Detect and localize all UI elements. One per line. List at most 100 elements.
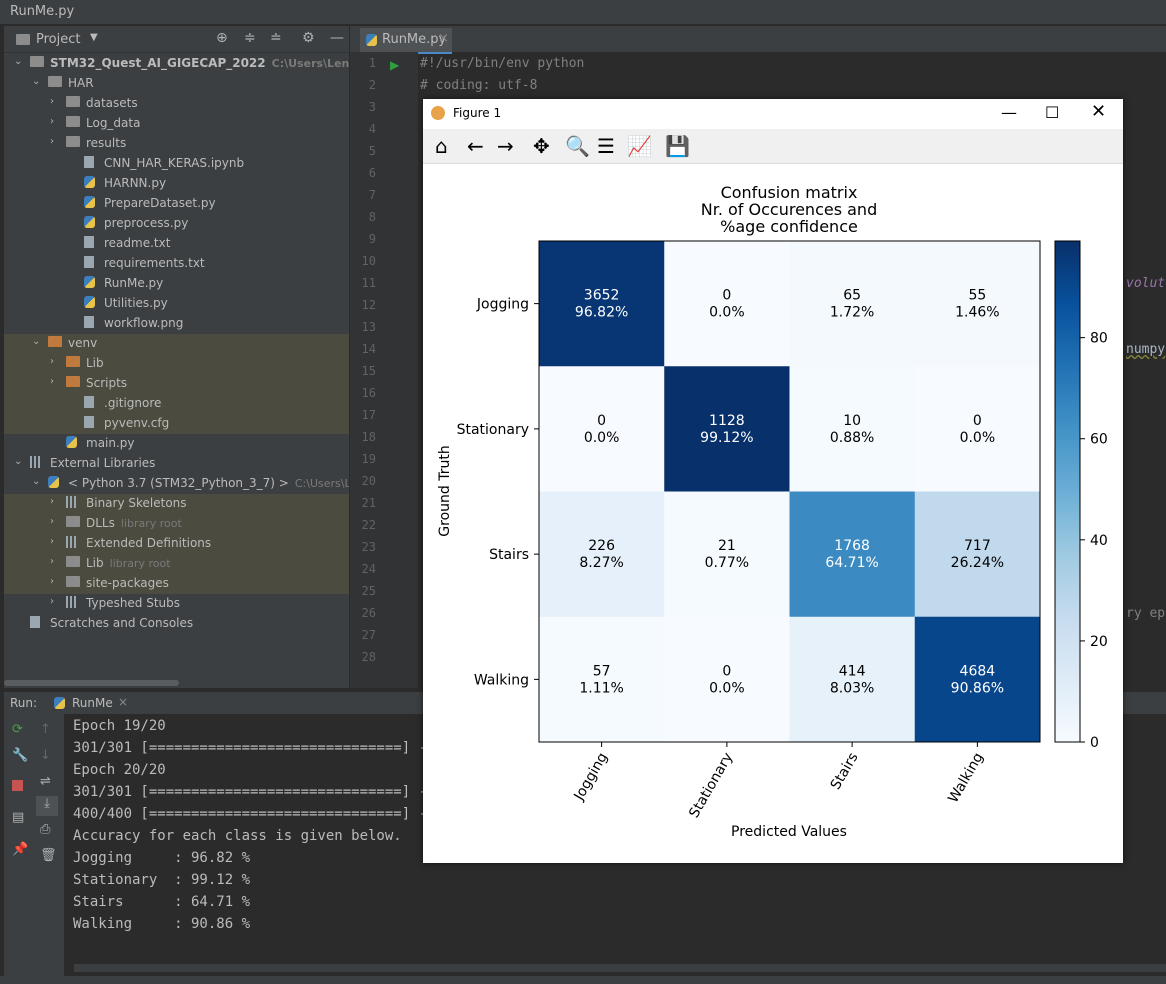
- minimize-icon[interactable]: —: [330, 30, 344, 46]
- tree-item[interactable]: workflow.png: [4, 314, 349, 334]
- code-line-2[interactable]: # coding: utf-8: [420, 78, 537, 93]
- tree-item[interactable]: HARNN.py: [4, 174, 349, 194]
- chevron-right-icon[interactable]: ›: [50, 356, 54, 367]
- tree-item[interactable]: .gitignore: [4, 394, 349, 414]
- tree-item[interactable]: › datasets: [4, 94, 349, 114]
- locate-icon[interactable]: ⊕: [216, 30, 228, 46]
- tree-item-label: readme.txt: [104, 236, 171, 250]
- console-line[interactable]: Stairs : 64.71 %: [73, 894, 250, 910]
- tree-item[interactable]: › DLLs library root: [4, 514, 349, 534]
- tree-item[interactable]: pyvenv.cfg: [4, 414, 349, 434]
- chevron-down-icon[interactable]: ⌄: [32, 476, 40, 487]
- expand-all-icon[interactable]: ≑: [244, 30, 256, 46]
- editor-tab-bar: RunMe.py ×: [350, 26, 1166, 54]
- chevron-right-icon[interactable]: ›: [50, 516, 54, 527]
- chevron-right-icon[interactable]: ›: [50, 556, 54, 567]
- cell-count-label: 0: [722, 663, 731, 679]
- chevron-right-icon[interactable]: ›: [50, 96, 54, 107]
- home-icon[interactable]: ⌂: [435, 134, 448, 158]
- console-line[interactable]: Epoch 19/20: [73, 718, 166, 734]
- close-icon[interactable]: ✕: [1091, 101, 1106, 122]
- tree-item[interactable]: ⌄ External Libraries: [4, 454, 349, 474]
- chevron-down-icon[interactable]: ⌄: [14, 456, 22, 467]
- wrench-icon[interactable]: 🔧: [12, 748, 28, 763]
- arrow-down-icon[interactable]: ↓: [40, 748, 51, 763]
- close-icon[interactable]: ×: [118, 695, 128, 709]
- zoom-icon[interactable]: 🔍: [565, 134, 590, 158]
- tree-item[interactable]: › Binary Skeletons: [4, 494, 349, 514]
- tree-item[interactable]: › Extended Definitions: [4, 534, 349, 554]
- tree-item[interactable]: Scratches and Consoles: [4, 614, 349, 634]
- print-icon[interactable]: ⎙: [40, 822, 50, 837]
- chevron-down-icon[interactable]: ⌄: [32, 336, 40, 347]
- tree-item[interactable]: › results: [4, 134, 349, 154]
- chevron-right-icon[interactable]: ›: [50, 136, 54, 147]
- pan-icon[interactable]: ✥: [533, 134, 550, 158]
- tree-item[interactable]: CNN_HAR_KERAS.ipynb: [4, 154, 349, 174]
- run-tab-runme[interactable]: RunMe: [72, 696, 113, 710]
- arrow-up-icon[interactable]: ↑: [40, 722, 51, 737]
- console-line[interactable]: 301/301 [==============================]…: [73, 740, 444, 756]
- layout-icon[interactable]: ▤: [12, 810, 24, 825]
- chevron-down-icon[interactable]: ⌄: [32, 76, 40, 87]
- minimize-icon[interactable]: —: [1001, 103, 1017, 122]
- chevron-down-icon[interactable]: ⌄: [14, 56, 22, 67]
- tree-item[interactable]: › Typeshed Stubs: [4, 594, 349, 614]
- tree-item[interactable]: › Scripts: [4, 374, 349, 394]
- folder-icon: [66, 356, 80, 367]
- tab-label: RunMe.py: [382, 32, 447, 47]
- subplots-icon[interactable]: ☰: [597, 134, 615, 158]
- tree-item[interactable]: ⌄ < Python 3.7 (STM32_Python_3_7) > C:\Use…: [4, 474, 349, 494]
- tree-item[interactable]: › Log_data: [4, 114, 349, 134]
- forward-arrow-icon[interactable]: →: [497, 134, 514, 158]
- console-line[interactable]: 400/400 [==============================]…: [73, 806, 444, 822]
- soft-wrap-icon[interactable]: ⇌: [40, 774, 51, 789]
- collapse-all-icon[interactable]: ≐: [270, 30, 282, 46]
- tree-item[interactable]: ⌄ STM32_Quest_AI_GIGECAP_2022 C:\Users\Len…: [4, 54, 349, 74]
- tree-item[interactable]: RunMe.py: [4, 274, 349, 294]
- save-icon[interactable]: 💾: [665, 134, 690, 158]
- chevron-right-icon[interactable]: ›: [50, 596, 54, 607]
- chevron-right-icon[interactable]: ›: [50, 496, 54, 507]
- y-tick-label: Stairs: [489, 547, 529, 563]
- chevron-right-icon[interactable]: ›: [50, 116, 54, 127]
- project-view-label[interactable]: Project: [36, 32, 80, 47]
- tree-item[interactable]: ⌄ HAR: [4, 74, 349, 94]
- scroll-to-end-icon[interactable]: ⤓: [36, 796, 58, 816]
- tree-item[interactable]: ⌄ venv: [4, 334, 349, 354]
- tree-item[interactable]: PrepareDataset.py: [4, 194, 349, 214]
- pin-icon[interactable]: 📌: [12, 842, 28, 857]
- tree-item[interactable]: › site-packages: [4, 574, 349, 594]
- edit-curves-icon[interactable]: 📈: [627, 134, 652, 158]
- trash-icon[interactable]: 🗑: [40, 848, 57, 863]
- horizontal-scrollbar[interactable]: [4, 680, 179, 686]
- console-line[interactable]: Stationary : 99.12 %: [73, 872, 250, 888]
- tree-item[interactable]: › Lib: [4, 354, 349, 374]
- chevron-right-icon[interactable]: ›: [50, 576, 54, 587]
- chevron-right-icon[interactable]: ›: [50, 536, 54, 547]
- tree-item[interactable]: main.py: [4, 434, 349, 454]
- console-line[interactable]: Accuracy for each class is given below.: [73, 828, 402, 844]
- back-arrow-icon[interactable]: ←: [467, 134, 484, 158]
- tree-item[interactable]: preprocess.py: [4, 214, 349, 234]
- console-line[interactable]: 301/301 [==============================]…: [73, 784, 444, 800]
- maximize-icon[interactable]: ☐: [1045, 103, 1059, 122]
- rerun-icon[interactable]: ⟳: [12, 722, 23, 737]
- run-gutter-icon[interactable]: ▶: [390, 58, 399, 72]
- chevron-right-icon[interactable]: ›: [50, 376, 54, 387]
- tree-item[interactable]: › Lib library root: [4, 554, 349, 574]
- chevron-down-icon[interactable]: ▼: [90, 32, 98, 43]
- gear-icon[interactable]: ⚙: [302, 30, 315, 46]
- console-line[interactable]: Walking : 90.86 %: [73, 916, 250, 932]
- close-icon[interactable]: ×: [438, 31, 449, 46]
- line-number: 26: [361, 606, 376, 620]
- tree-item[interactable]: readme.txt: [4, 234, 349, 254]
- code-line-1[interactable]: #!/usr/bin/env python: [420, 56, 584, 71]
- console-scrollbar[interactable]: [74, 964, 1166, 972]
- tree-item[interactable]: requirements.txt: [4, 254, 349, 274]
- console-line[interactable]: Epoch 20/20: [73, 762, 166, 778]
- tab-runme-py[interactable]: RunMe.py ×: [360, 28, 452, 54]
- stop-icon[interactable]: [12, 780, 23, 791]
- console-line[interactable]: Jogging : 96.82 %: [73, 850, 250, 866]
- tree-item[interactable]: Utilities.py: [4, 294, 349, 314]
